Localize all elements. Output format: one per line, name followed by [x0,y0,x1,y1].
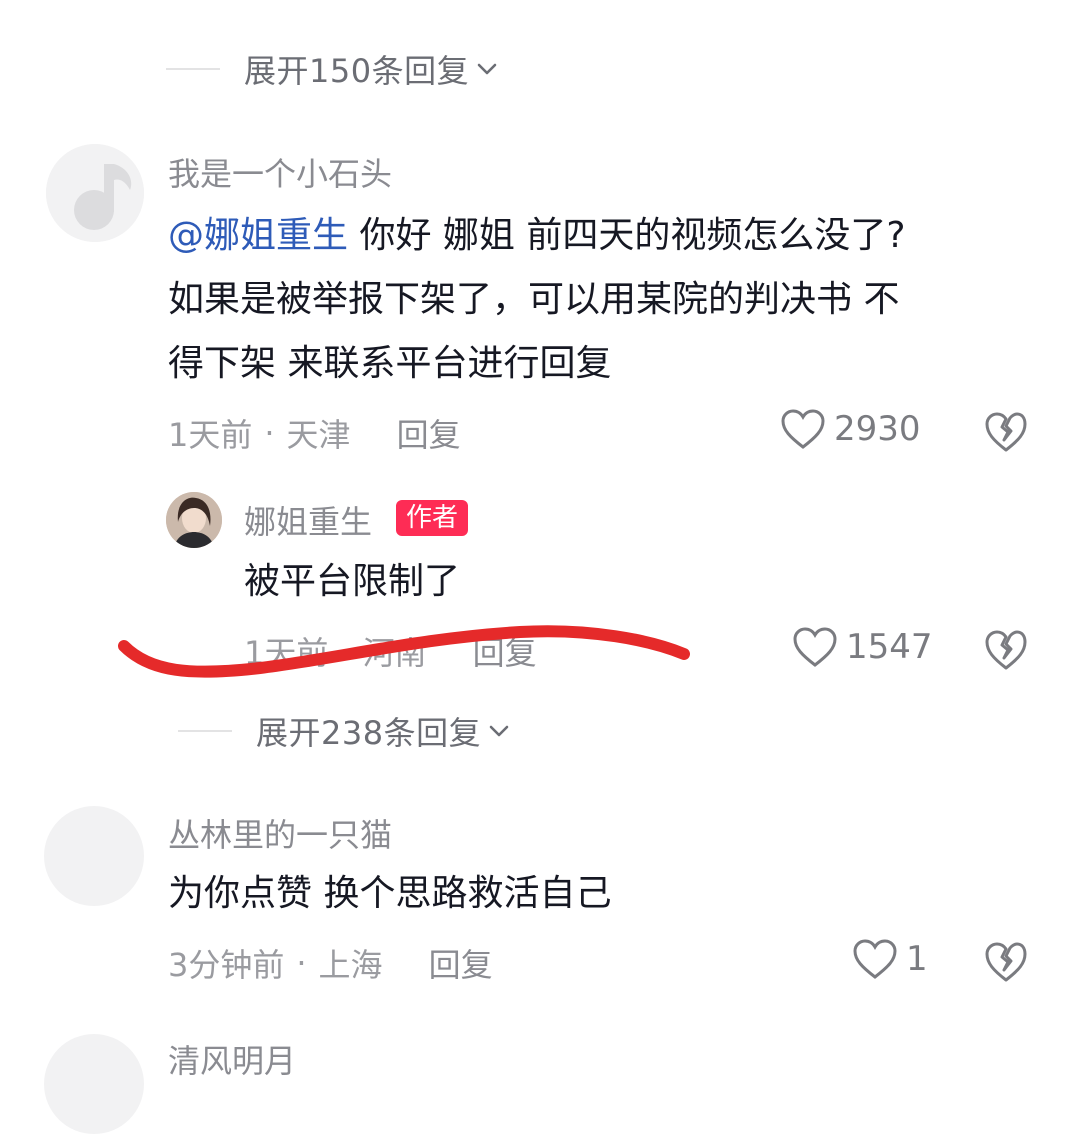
avatar-photo-icon [166,492,222,548]
comment-body: @娜姐重生 你好 娜姐 前四天的视频怎么没了? 如果是被举报下架了，可以用某院的… [168,204,1028,396]
like-count: 1 [906,939,928,979]
divider-line [166,68,220,70]
comment-text-line: 得下架 来联系平台进行回复 [168,343,612,384]
default-avatar-icon [46,144,144,242]
chevron-down-icon [473,55,501,83]
expand-replies-label: 展开238条回复 [256,714,482,752]
expand-replies-button[interactable]: 展开150条回复 [166,44,501,94]
like-count: 2930 [834,409,921,449]
comment-meta: 1天前 · 天津 回复 [168,410,461,456]
author-badge: 作者 [396,500,469,536]
reply-button[interactable]: 回复 [397,410,461,456]
avatar[interactable] [46,144,144,242]
comment-text-line: 如果是被举报下架了，可以用某院的判决书 不 [168,279,900,320]
divider-line [178,730,232,732]
meta-separator: · [264,414,275,452]
meta-separator: · [296,944,307,982]
expand-replies-button[interactable]: 展开238条回复 [178,706,513,756]
avatar[interactable] [44,806,144,906]
mention-link[interactable]: @娜姐重生 [168,215,348,256]
comment-time: 3分钟前 [168,946,285,984]
red-underline-annotation [118,625,690,678]
like-button[interactable]: 1 [852,938,928,980]
heart-icon [781,409,825,449]
comment-location: 上海 [318,946,383,984]
avatar[interactable] [44,1034,144,1134]
comment-text-line: 你好 娜姐 前四天的视频怎么没了? [348,215,906,256]
reply-username[interactable]: 娜姐重生 [244,497,372,543]
author-avatar[interactable] [166,492,222,548]
comment-username[interactable]: 清风明月 [168,1036,296,1082]
broken-heart-icon[interactable] [984,940,1028,984]
comment-body: 为你点赞 换个思路救活自己 [168,873,612,914]
comment-location: 天津 [286,416,351,454]
comment-meta: 3分钟前 · 上海 回复 [168,940,493,986]
broken-heart-icon[interactable] [984,410,1028,454]
comment-username[interactable]: 丛林里的一只猫 [168,810,392,856]
like-button[interactable]: 2930 [780,408,921,450]
comment-time: 1天前 [168,416,253,454]
comment-username[interactable]: 我是一个小石头 [168,149,392,195]
heart-icon [853,939,897,979]
expand-replies-label: 展开150条回复 [244,52,470,90]
chevron-down-icon [485,717,513,745]
reply-button[interactable]: 回复 [429,940,493,986]
